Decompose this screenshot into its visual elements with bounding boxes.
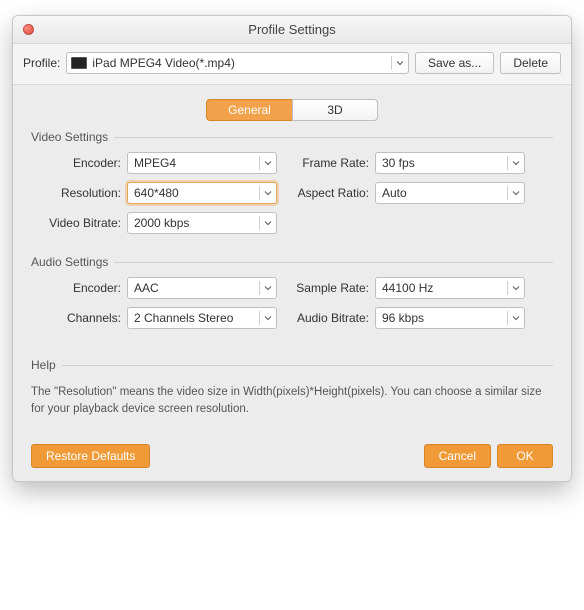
aspect-label: Aspect Ratio: — [283, 186, 369, 200]
channels-label: Channels: — [33, 311, 121, 325]
dialog-body: General 3D Video Settings Encoder: MPEG4… — [13, 85, 571, 431]
video-bitrate-label: Video Bitrate: — [33, 216, 121, 230]
video-encoder-label: Encoder: — [33, 156, 121, 170]
close-icon[interactable] — [23, 24, 34, 35]
chevron-down-icon — [507, 186, 520, 200]
audio-encoder-value: AAC — [134, 281, 159, 295]
delete-button[interactable]: Delete — [500, 52, 561, 74]
framerate-value: 30 fps — [382, 156, 415, 170]
chevron-down-icon — [507, 156, 520, 170]
samplerate-select[interactable]: 44100 Hz — [375, 277, 525, 299]
framerate-select[interactable]: 30 fps — [375, 152, 525, 174]
video-encoder-value: MPEG4 — [134, 156, 176, 170]
ok-button[interactable]: OK — [497, 444, 553, 468]
profile-select[interactable]: iPad MPEG4 Video(*.mp4) — [66, 52, 409, 74]
aspect-value: Auto — [382, 186, 407, 200]
audio-bitrate-label: Audio Bitrate: — [283, 311, 369, 325]
samplerate-value: 44100 Hz — [382, 281, 433, 295]
save-as-button[interactable]: Save as... — [415, 52, 494, 74]
video-bitrate-select[interactable]: 2000 kbps — [127, 212, 277, 234]
help-text: The "Resolution" means the video size in… — [31, 384, 553, 417]
video-bitrate-value: 2000 kbps — [134, 216, 189, 230]
resolution-value: 640*480 — [134, 186, 179, 200]
profile-label: Profile: — [23, 56, 60, 70]
chevron-down-icon — [507, 281, 520, 295]
audio-settings-legend: Audio Settings — [31, 255, 114, 269]
samplerate-label: Sample Rate: — [283, 281, 369, 295]
chevron-down-icon — [259, 311, 272, 325]
video-settings-group: Video Settings Encoder: MPEG4 Frame Rate… — [31, 137, 553, 240]
audio-bitrate-select[interactable]: 96 kbps — [375, 307, 525, 329]
audio-encoder-label: Encoder: — [33, 281, 121, 295]
audio-settings-group: Audio Settings Encoder: AAC Sample Rate:… — [31, 262, 553, 335]
chevron-down-icon — [259, 216, 272, 230]
profile-row: Profile: iPad MPEG4 Video(*.mp4) Save as… — [13, 44, 571, 85]
chevron-down-icon — [259, 186, 272, 200]
titlebar: Profile Settings — [13, 16, 571, 44]
dialog-footer: Restore Defaults Cancel OK — [13, 431, 571, 481]
framerate-label: Frame Rate: — [283, 156, 369, 170]
help-group: Help The "Resolution" means the video si… — [31, 365, 553, 417]
audio-encoder-select[interactable]: AAC — [127, 277, 277, 299]
channels-select[interactable]: 2 Channels Stereo — [127, 307, 277, 329]
help-legend: Help — [31, 358, 62, 372]
audio-bitrate-value: 96 kbps — [382, 311, 424, 325]
video-settings-legend: Video Settings — [31, 130, 114, 144]
profile-select-value: iPad MPEG4 Video(*.mp4) — [92, 56, 235, 70]
aspect-select[interactable]: Auto — [375, 182, 525, 204]
resolution-select[interactable]: 640*480 — [127, 182, 277, 204]
window-title: Profile Settings — [248, 22, 335, 37]
restore-defaults-button[interactable]: Restore Defaults — [31, 444, 150, 468]
chevron-down-icon — [391, 56, 404, 70]
chevron-down-icon — [507, 311, 520, 325]
chevron-down-icon — [259, 281, 272, 295]
tab-group: General 3D — [31, 99, 553, 121]
channels-value: 2 Channels Stereo — [134, 311, 233, 325]
dialog-window: Profile Settings Profile: iPad MPEG4 Vid… — [12, 15, 572, 482]
tab-general[interactable]: General — [206, 99, 292, 121]
video-encoder-select[interactable]: MPEG4 — [127, 152, 277, 174]
device-icon — [71, 57, 87, 69]
tab-3d[interactable]: 3D — [292, 99, 378, 121]
chevron-down-icon — [259, 156, 272, 170]
resolution-label: Resolution: — [33, 186, 121, 200]
cancel-button[interactable]: Cancel — [424, 444, 491, 468]
